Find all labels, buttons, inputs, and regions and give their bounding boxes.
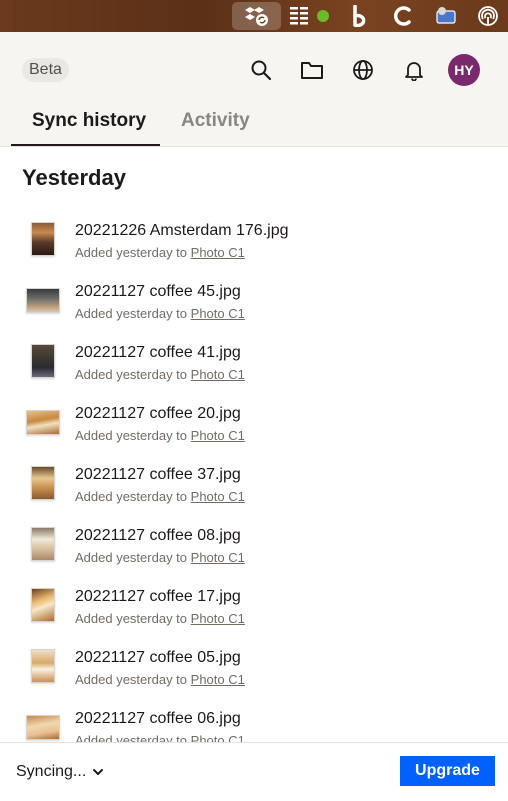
file-thumbnail bbox=[26, 344, 60, 378]
sync-status-dropdown[interactable]: Syncing... bbox=[16, 763, 104, 781]
beta-badge: Beta bbox=[22, 58, 69, 82]
file-name: 20221127 coffee 20.jpg bbox=[75, 405, 241, 422]
tab-sync-history[interactable]: Sync history bbox=[32, 110, 146, 132]
file-name: 20221127 coffee 06.jpg bbox=[75, 710, 241, 727]
b-app-icon[interactable] bbox=[350, 4, 372, 28]
screen-share-icon[interactable] bbox=[434, 4, 458, 28]
status-dot-icon bbox=[316, 4, 330, 28]
list-item[interactable]: 20221127 coffee 45.jpg Added yesterday t… bbox=[0, 271, 508, 332]
folder-link[interactable]: Photo C1 bbox=[191, 306, 245, 321]
active-tab-indicator bbox=[11, 144, 160, 146]
file-thumbnail bbox=[26, 405, 60, 439]
list-item[interactable]: 20221127 coffee 17.jpg Added yesterday t… bbox=[0, 576, 508, 637]
tab-activity[interactable]: Activity bbox=[181, 110, 250, 132]
folder-link[interactable]: Photo C1 bbox=[191, 550, 245, 565]
file-status: Added yesterday to Photo C1 bbox=[75, 428, 245, 443]
file-status: Added yesterday to Photo C1 bbox=[75, 306, 245, 321]
file-status: Added yesterday to Photo C1 bbox=[75, 245, 245, 260]
folder-link[interactable]: Photo C1 bbox=[191, 489, 245, 504]
folder-link[interactable]: Photo C1 bbox=[191, 245, 245, 260]
list-item[interactable]: 20221127 coffee 08.jpg Added yesterday t… bbox=[0, 515, 508, 576]
notifications-button[interactable] bbox=[398, 54, 430, 86]
stack-icon[interactable] bbox=[287, 4, 311, 28]
file-name: 20221127 coffee 37.jpg bbox=[75, 466, 241, 483]
bell-icon bbox=[405, 62, 423, 81]
file-status: Added yesterday to Photo C1 bbox=[75, 611, 245, 626]
list-item[interactable]: 20221127 coffee 05.jpg Added yesterday t… bbox=[0, 637, 508, 698]
dropbox-panel: Beta HY Sync history Activity Yesterday … bbox=[0, 32, 508, 801]
folder-link[interactable]: Photo C1 bbox=[191, 611, 245, 626]
panel-header: Beta HY Sync history Activity bbox=[0, 32, 508, 147]
file-thumbnail bbox=[26, 466, 60, 500]
folder-link[interactable]: Photo C1 bbox=[191, 672, 245, 687]
file-name: 20221127 coffee 17.jpg bbox=[75, 588, 241, 605]
chevron-down-icon bbox=[93, 769, 104, 775]
c-app-icon[interactable] bbox=[392, 4, 414, 28]
file-status: Added yesterday to Photo C1 bbox=[75, 367, 245, 382]
folder-button[interactable] bbox=[296, 54, 328, 86]
file-name: 20221127 coffee 45.jpg bbox=[75, 283, 241, 300]
file-name: 20221127 coffee 41.jpg bbox=[75, 344, 241, 361]
file-name: 20221127 coffee 05.jpg bbox=[75, 649, 241, 666]
avatar[interactable]: HY bbox=[448, 54, 480, 86]
file-thumbnail bbox=[26, 527, 60, 561]
file-name: 20221127 coffee 08.jpg bbox=[75, 527, 241, 544]
menu-bar bbox=[0, 0, 508, 32]
globe-icon bbox=[353, 60, 373, 80]
list-item[interactable]: 20221127 coffee 37.jpg Added yesterday t… bbox=[0, 454, 508, 515]
search-icon bbox=[251, 60, 272, 81]
section-heading: Yesterday bbox=[22, 165, 126, 190]
file-status: Added yesterday to Photo C1 bbox=[75, 672, 245, 687]
list-item[interactable]: 20221127 coffee 41.jpg Added yesterday t… bbox=[0, 332, 508, 393]
file-status: Added yesterday to Photo C1 bbox=[75, 550, 245, 565]
list-item[interactable]: 20221226 Amsterdam 176.jpg Added yesterd… bbox=[0, 210, 508, 271]
file-status: Added yesterday to Photo C1 bbox=[75, 489, 245, 504]
file-thumbnail bbox=[26, 222, 60, 256]
globe-button[interactable] bbox=[347, 54, 379, 86]
folder-link[interactable]: Photo C1 bbox=[191, 428, 245, 443]
folder-link[interactable]: Photo C1 bbox=[191, 367, 245, 382]
list-item[interactable]: 20221127 coffee 20.jpg Added yesterday t… bbox=[0, 393, 508, 454]
folder-icon bbox=[301, 62, 323, 79]
file-thumbnail bbox=[26, 588, 60, 622]
upgrade-button[interactable]: Upgrade bbox=[400, 756, 495, 786]
panel-footer: Syncing... Upgrade bbox=[0, 742, 508, 801]
file-thumbnail bbox=[26, 283, 60, 317]
airdrop-icon[interactable] bbox=[476, 4, 500, 28]
file-thumbnail bbox=[26, 649, 60, 683]
search-button[interactable] bbox=[245, 54, 277, 86]
file-name: 20221226 Amsterdam 176.jpg bbox=[75, 222, 289, 239]
dropbox-sync-icon[interactable] bbox=[243, 4, 271, 28]
file-thumbnail bbox=[26, 710, 60, 744]
sync-status-label: Syncing... bbox=[16, 763, 87, 780]
